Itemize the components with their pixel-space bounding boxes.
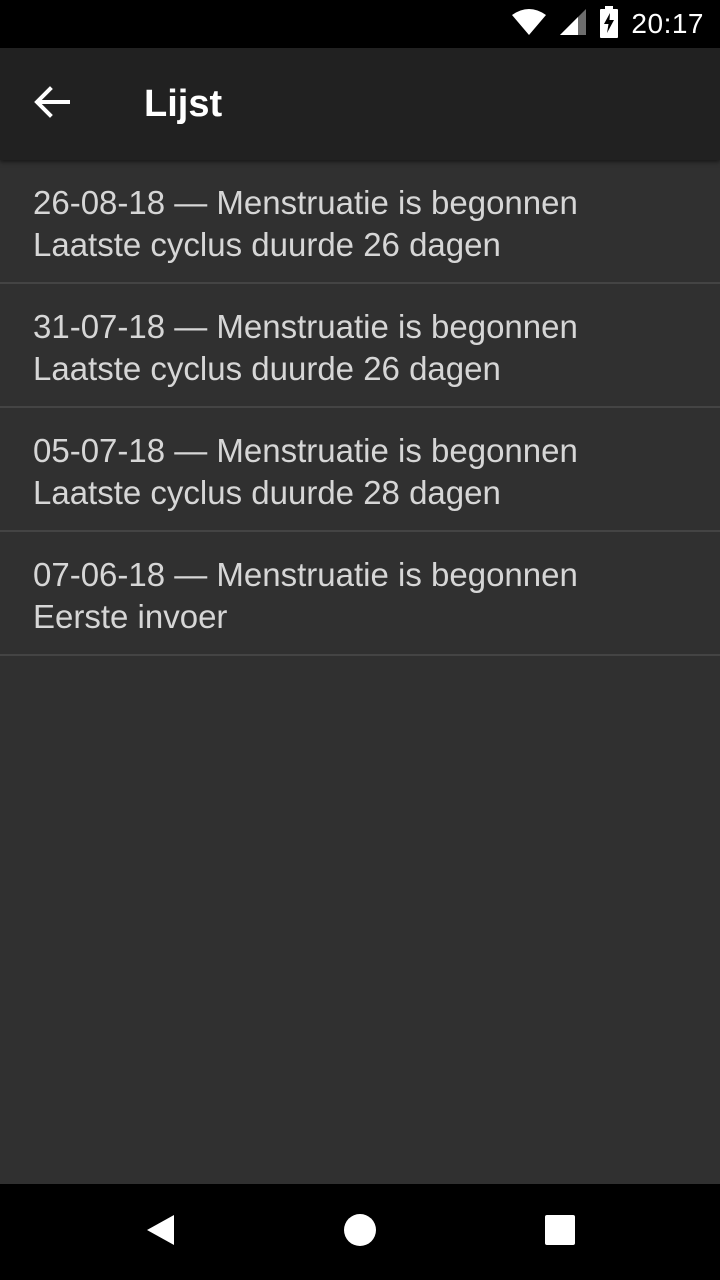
navigation-bar (0, 1184, 720, 1280)
list-item[interactable]: 26-08-18 — Menstruatie is begonnen Laats… (0, 160, 720, 284)
square-recents-icon (542, 1212, 578, 1253)
list-item-subtitle: Laatste cyclus duurde 26 dagen (33, 350, 501, 387)
nav-recents-button[interactable] (536, 1208, 584, 1256)
list-item[interactable]: 31-07-18 — Menstruatie is begonnen Laats… (0, 284, 720, 408)
nav-home-button[interactable] (336, 1208, 384, 1256)
status-time: 20:17 (631, 8, 704, 39)
signal-icon (559, 8, 587, 41)
battery-charging-icon (599, 5, 619, 43)
page-title: Lijst (144, 83, 223, 125)
nav-back-button[interactable] (136, 1208, 184, 1256)
wifi-icon (511, 8, 547, 41)
entry-list: 26-08-18 — Menstruatie is begonnen Laats… (0, 160, 720, 656)
list-item-title: 26-08-18 — Menstruatie is begonnen (33, 184, 578, 221)
list-item-subtitle: Eerste invoer (33, 598, 228, 635)
back-button[interactable] (24, 76, 80, 132)
arrow-left-icon (34, 85, 70, 123)
status-bar: 20:17 (0, 0, 720, 48)
circle-home-icon (342, 1212, 378, 1253)
triangle-back-icon (142, 1212, 178, 1253)
list-item[interactable]: 07-06-18 — Menstruatie is begonnen Eerst… (0, 532, 720, 656)
list-item[interactable]: 05-07-18 — Menstruatie is begonnen Laats… (0, 408, 720, 532)
app-bar: Lijst (0, 48, 720, 160)
status-icons: 20:17 (511, 0, 704, 48)
list-item-subtitle: Laatste cyclus duurde 28 dagen (33, 474, 501, 511)
list-item-subtitle: Laatste cyclus duurde 26 dagen (33, 226, 501, 263)
list-item-title: 07-06-18 — Menstruatie is begonnen (33, 556, 578, 593)
list-item-title: 31-07-18 — Menstruatie is begonnen (33, 308, 578, 345)
list-item-title: 05-07-18 — Menstruatie is begonnen (33, 432, 578, 469)
